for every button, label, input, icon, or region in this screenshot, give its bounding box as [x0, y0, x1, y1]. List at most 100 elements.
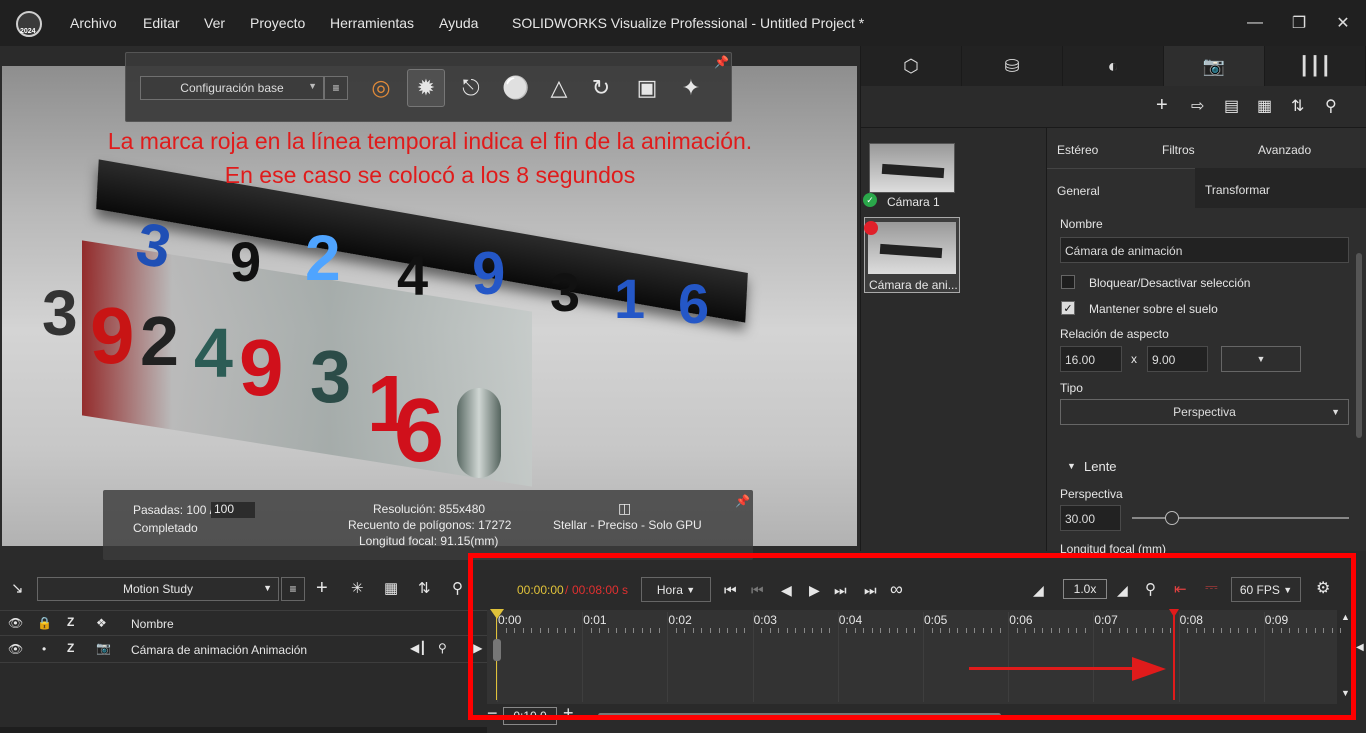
pin-icon[interactable]: 📌: [735, 494, 750, 508]
aspect-height-input[interactable]: 9.00: [1147, 346, 1208, 372]
axis-icon[interactable]: △: [540, 69, 578, 107]
type-dropdown[interactable]: Perspectiva ▼: [1060, 399, 1349, 425]
keyframe[interactable]: [493, 639, 501, 661]
end-marker-flag[interactable]: [1168, 609, 1179, 617]
settings-icon[interactable]: ⚙: [1316, 578, 1330, 598]
list-menu-icon[interactable]: ≡: [281, 577, 305, 601]
slider-handle[interactable]: [1164, 511, 1179, 525]
collapse-icon[interactable]: ▼: [1067, 461, 1076, 471]
collapse-arrow-icon[interactable]: ↘: [11, 579, 24, 597]
timeline-track-area[interactable]: [487, 610, 1337, 704]
tab-filtros[interactable]: Filtros: [1162, 143, 1195, 157]
grid-view-icon[interactable]: ▦: [384, 579, 398, 597]
magic-wand-icon[interactable]: ✦: [672, 69, 710, 107]
perspective-input[interactable]: 30.00: [1060, 505, 1121, 531]
minimize-icon[interactable]: —: [1240, 10, 1270, 36]
menu-herramientas[interactable]: Herramientas: [330, 15, 414, 31]
horizontal-scrollbar[interactable]: [0, 727, 487, 733]
object-icon[interactable]: ❖: [96, 616, 107, 630]
keep-ground-checkbox[interactable]: ✓: [1061, 301, 1075, 315]
zoom-in-icon[interactable]: +: [563, 703, 574, 724]
maximize-icon[interactable]: ❐: [1284, 10, 1314, 36]
tab-avanzado[interactable]: Avanzado: [1258, 143, 1311, 157]
camera-1-label[interactable]: Cámara 1: [887, 195, 940, 209]
search-icon[interactable]: ⚲: [1325, 96, 1337, 116]
add-icon[interactable]: +: [1156, 94, 1168, 117]
go-start-icon[interactable]: ⏮: [724, 582, 737, 599]
end-marker-icon[interactable]: ⇤: [1174, 580, 1187, 598]
refresh-icon[interactable]: ↻: [582, 69, 620, 107]
z-icon[interactable]: Z: [67, 641, 74, 655]
speed-input[interactable]: 1.0x: [1063, 579, 1107, 599]
menu-ayuda[interactable]: Ayuda: [439, 15, 478, 31]
key-icon[interactable]: ⚲: [1145, 580, 1156, 598]
fast-icon[interactable]: ◢: [1117, 582, 1128, 599]
prev-key-icon[interactable]: ◀┃: [410, 641, 426, 655]
rings-icon[interactable]: ◎: [362, 69, 400, 107]
visibility-icon[interactable]: 👁: [8, 642, 23, 656]
menu-ver[interactable]: Ver: [204, 15, 225, 31]
menu-archivo[interactable]: Archivo: [70, 15, 117, 31]
lens-section-label[interactable]: Lente: [1084, 459, 1117, 474]
step-back-icon[interactable]: ◀: [781, 582, 792, 599]
scroll-up-icon[interactable]: ▲: [1341, 612, 1350, 622]
search-icon[interactable]: ⚲: [452, 579, 463, 597]
tab-general[interactable]: General: [1047, 168, 1195, 208]
play-icon[interactable]: ▶: [809, 582, 820, 599]
models-tab-icon[interactable]: ⬡: [861, 46, 962, 86]
tree-row[interactable]: 👁 • Z 📷 Cámara de animación Animación ◀┃…: [0, 637, 487, 663]
sparkle-icon[interactable]: ✳: [351, 579, 364, 597]
app-logo-icon[interactable]: 2024: [16, 11, 42, 37]
turntable-icon[interactable]: ⎋: [452, 69, 490, 107]
brain-icon[interactable]: ✹: [407, 69, 445, 107]
lock-icon[interactable]: 🔒: [37, 616, 52, 630]
camera-tab-icon[interactable]: 📷: [1164, 46, 1265, 86]
name-input[interactable]: Cámara de animación: [1060, 237, 1349, 263]
database-tab-icon[interactable]: ⛁: [962, 46, 1063, 86]
add-icon[interactable]: +: [316, 577, 328, 600]
next-key-icon[interactable]: ┃▶: [466, 641, 482, 655]
fps-dropdown[interactable]: 60 FPS ▼: [1231, 577, 1301, 602]
camera-item-selected[interactable]: Cámara de ani...: [864, 217, 960, 293]
z-icon[interactable]: Z: [67, 615, 74, 629]
time-unit-dropdown[interactable]: Hora ▼: [641, 577, 711, 602]
sort-icon[interactable]: ⇅: [418, 579, 431, 597]
slow-icon[interactable]: ◢: [1033, 582, 1044, 599]
image-tab-icon[interactable]: ◐: [1063, 46, 1164, 86]
zoom-out-icon[interactable]: −: [487, 703, 498, 724]
prev-frame-icon[interactable]: ⏮: [751, 582, 764, 599]
columns-tab-icon[interactable]: ┃┃┃: [1265, 46, 1366, 86]
grid-view-icon[interactable]: ▦: [1257, 96, 1272, 116]
material-bucket-icon[interactable]: ⚪: [497, 69, 535, 107]
tab-estereo[interactable]: Estéreo: [1057, 143, 1098, 157]
trim-icon[interactable]: ⎓: [1205, 579, 1218, 597]
tab-transformar[interactable]: Transformar: [1195, 168, 1366, 208]
timeline-scrollbar[interactable]: [598, 713, 1001, 718]
visibility-icon[interactable]: 👁: [8, 616, 23, 630]
key-icon[interactable]: ⚲: [438, 641, 447, 655]
menu-proyecto[interactable]: Proyecto: [250, 15, 305, 31]
expand-icon[interactable]: ◀: [1356, 642, 1364, 653]
lock-checkbox[interactable]: [1061, 275, 1075, 289]
aspect-preset-dropdown[interactable]: ▼: [1221, 346, 1301, 372]
configuration-dropdown[interactable]: Configuración base ▼: [140, 76, 324, 100]
close-icon[interactable]: ✕: [1328, 10, 1358, 36]
menu-editar[interactable]: Editar: [143, 15, 180, 31]
export-icon[interactable]: ⇨: [1191, 96, 1204, 116]
loop-icon[interactable]: ∞: [890, 579, 903, 600]
sort-icon[interactable]: ⇅: [1291, 96, 1304, 116]
aspect-width-input[interactable]: 16.00: [1060, 346, 1122, 372]
animation-end-marker[interactable]: [1172, 614, 1175, 700]
passes-max-input[interactable]: 100: [211, 502, 255, 518]
zoom-input[interactable]: 0:10.0: [503, 707, 557, 725]
scale-cube-icon[interactable]: ▣: [628, 69, 666, 107]
pin-icon[interactable]: 📌: [714, 55, 729, 69]
next-frame-icon[interactable]: ⏭: [834, 582, 847, 599]
scroll-down-icon[interactable]: ▼: [1341, 688, 1350, 698]
scrollbar[interactable]: [1356, 253, 1362, 438]
list-menu-icon[interactable]: ≡: [324, 76, 348, 100]
go-end-icon[interactable]: ⏭: [864, 582, 877, 599]
motion-study-dropdown[interactable]: Motion Study ▼: [37, 577, 279, 601]
camera-thumbnail-1[interactable]: [869, 143, 955, 193]
playhead-marker[interactable]: [490, 609, 504, 619]
